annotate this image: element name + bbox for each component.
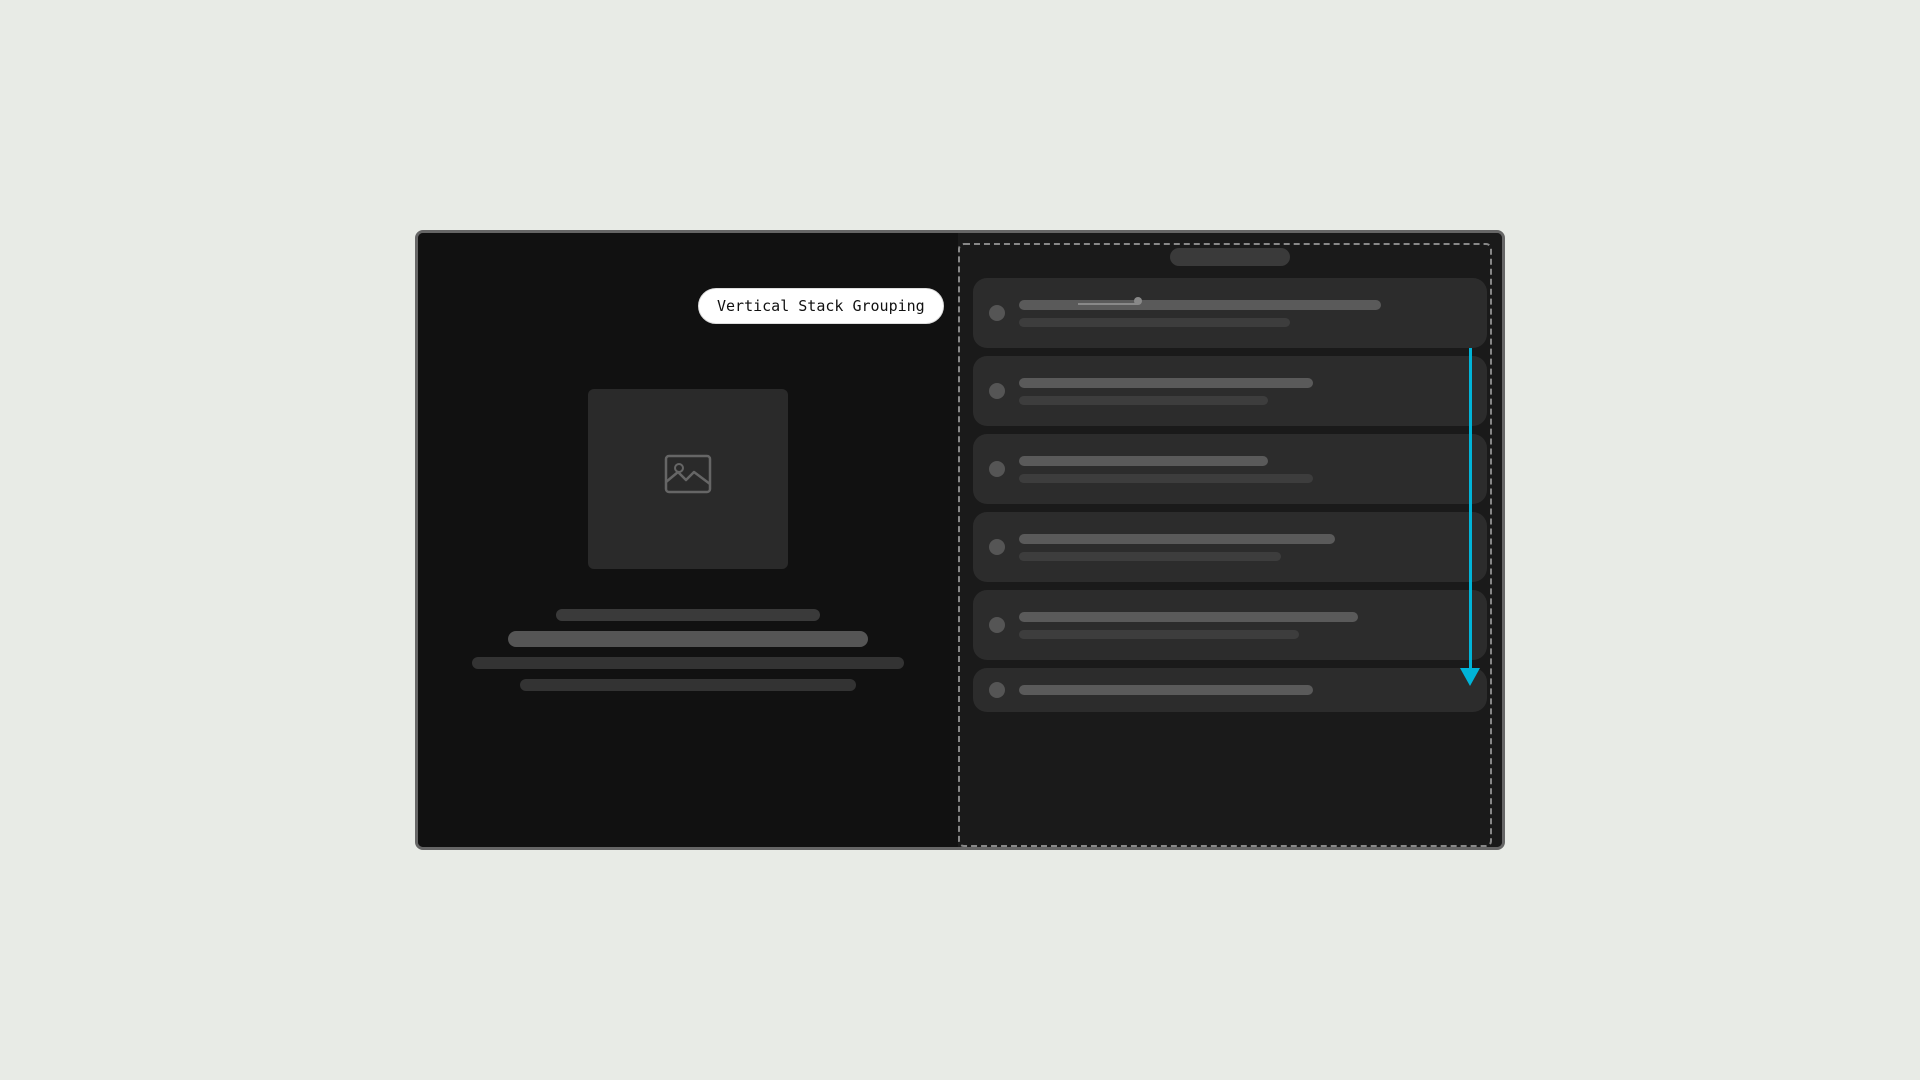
list-dot [989,383,1005,399]
list-bar-top [1019,378,1313,388]
list-text [1019,456,1471,483]
list-bar-top [1019,534,1335,544]
list-text [1019,685,1471,695]
left-bar-2 [508,631,868,647]
left-bar-3 [472,657,904,669]
list-item [973,512,1487,582]
list-text [1019,612,1471,639]
connector-dot [1134,297,1142,305]
list-bar-bottom [1019,552,1281,561]
down-arrow [1460,348,1480,686]
list-bar-bottom [1019,318,1290,327]
list-text [1019,378,1471,405]
list-bar-top [1019,685,1313,695]
tooltip: Vertical Stack Grouping [698,288,944,324]
right-panel [958,233,1502,847]
list-item [973,590,1487,660]
list-bar-top [1019,300,1381,310]
left-panel [418,233,958,847]
list-item [973,356,1487,426]
left-bar-4 [520,679,856,691]
list-dot [989,682,1005,698]
list-item [973,434,1487,504]
list-dot [989,617,1005,633]
list-bar-bottom [1019,474,1313,483]
list-dot [989,539,1005,555]
image-placeholder [588,389,788,569]
list-item-partial [973,668,1487,712]
list-text [1019,534,1471,561]
left-bar-1 [556,609,820,621]
top-pill [1170,248,1290,266]
list-bar-bottom [1019,630,1299,639]
list-bar-top [1019,456,1268,466]
list-dot [989,305,1005,321]
list-items [973,278,1487,712]
image-icon [664,454,712,504]
arrow-head [1460,668,1480,686]
left-bars [448,609,928,691]
connector-line [1078,303,1138,305]
list-bar-bottom [1019,396,1268,405]
list-bar-top [1019,612,1358,622]
list-dot [989,461,1005,477]
tooltip-label: Vertical Stack Grouping [717,297,925,315]
list-item [973,278,1487,348]
arrow-line [1469,348,1472,668]
main-frame: Vertical Stack Grouping [415,230,1505,850]
